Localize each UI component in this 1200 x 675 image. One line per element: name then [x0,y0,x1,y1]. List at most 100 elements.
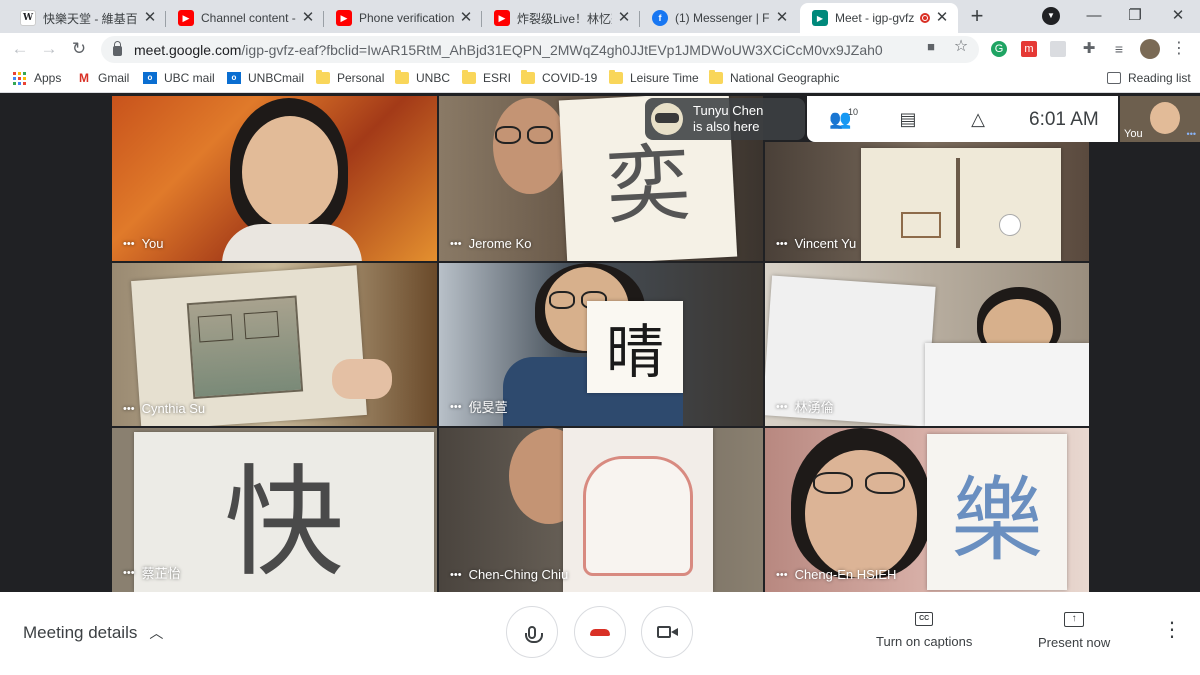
reload-button[interactable]: ↻ [68,38,90,60]
participant-tile-cheng-en-hsieh[interactable]: 樂 ••• Cheng-En HSIEH [765,428,1089,592]
participant-name: ••• 倪旻萱 [450,400,508,415]
tab-wikipedia[interactable]: W 快樂天堂 - 維基百科 ✕ [8,3,166,33]
bookmark-leisure-time[interactable]: Leisure Time [609,70,699,85]
tab-title: Meet - igp-gvfz [835,11,915,25]
close-tab-icon[interactable]: ✕ [458,10,474,26]
participant-tile-tsai[interactable]: 快 ••• 蔡芷怡 [112,428,437,592]
more-options-icon[interactable]: ⋮ [1162,617,1182,642]
participant-tile-vincent-yu[interactable]: ••• Vincent Yu [765,142,1089,261]
folder-icon [395,70,409,84]
browser-menu-icon[interactable]: ⋮ [1170,40,1188,58]
participant-name: ••• 蔡芷怡 [123,566,181,581]
captions-button[interactable]: CC Turn on captions [876,612,972,649]
bookmark-esri[interactable]: ESRI [462,70,512,85]
camera-permission-icon[interactable]: ■ [922,38,940,56]
back-button[interactable]: ← [9,38,31,60]
bookmark-label: National Geographic [730,71,840,85]
participant-joined-toast: Tunyu Chen is also here [645,98,805,140]
address-bar[interactable]: meet.google.com/igp-gvfz-eaf?fbclid=IwAR… [101,36,979,63]
self-view-thumbnail[interactable]: You ••• [1120,96,1200,142]
bookmark-apps[interactable]: Apps [13,71,61,85]
close-tab-icon[interactable]: ✕ [142,10,158,26]
held-drawing [925,343,1089,426]
bookmark-label: Gmail [98,71,130,85]
participant-tile-you[interactable]: ••• You [112,96,437,261]
extension-icon[interactable]: m [1021,41,1037,57]
participant-tile-chen-ching-chiu[interactable]: ••• Chen-Ching Chiu [439,428,763,592]
close-tab-icon[interactable]: ✕ [934,10,950,26]
meeting-clock: 6:01 AM [1029,109,1099,130]
hang-up-icon [590,628,610,636]
wikipedia-icon: W [20,10,36,26]
bookmark-label: UNBCmail [248,71,305,85]
tab-meet[interactable]: ▶ Meet - igp-gvfz ✕ [800,3,958,33]
outlook-icon: o [227,72,241,84]
grammarly-extension-icon[interactable]: G [991,41,1007,57]
folder-icon [521,70,535,84]
toast-text: Tunyu Chen is also here [693,103,764,134]
bookmark-label: ESRI [483,71,512,85]
bookmark-label: UNBC [416,71,451,85]
bookmark-label: UBC mail [164,71,215,85]
participant-name: ••• Cynthia Su [123,401,206,416]
close-window-button[interactable]: ✕ [1166,6,1190,26]
bookmark-national-geographic[interactable]: National Geographic [709,70,840,85]
meeting-controls-bar: Meeting details ︿ CC Turn on captions ↑ … [0,592,1200,675]
self-view-menu-icon[interactable]: ••• [1187,129,1196,139]
youtube-icon: ▶ [336,10,352,26]
bookmark-label: Leisure Time [630,71,699,85]
self-view-label: You [1124,128,1143,140]
forward-button[interactable]: → [38,38,60,60]
meeting-details-button[interactable]: Meeting details ︿ [23,623,163,643]
tab-phone-verification[interactable]: ▶ Phone verification - YouTube ✕ [324,3,482,33]
close-tab-icon[interactable]: ✕ [300,10,316,26]
chat-icon[interactable]: ▤ [897,108,919,130]
participant-tile-cynthia-su[interactable]: ••• Cynthia Su [112,263,437,426]
tab-title: 炸裂级Live！林忆莲 [517,11,612,26]
minimize-button[interactable]: — [1082,6,1106,26]
bookmark-gmail[interactable]: M Gmail [77,71,129,85]
bookmark-unbcmail[interactable]: o UNBCmail [227,71,304,85]
reading-list-icon [1107,72,1121,84]
held-drawing: 樂 [927,434,1067,590]
media-queue-icon[interactable]: ≡ [1110,40,1128,58]
captions-label: Turn on captions [876,634,973,649]
camera-button[interactable] [641,606,693,658]
captions-icon: CC [915,612,934,626]
activities-icon[interactable]: △ [967,108,989,130]
close-tab-icon[interactable]: ✕ [774,10,790,26]
reading-list-label: Reading list [1128,71,1191,85]
tab-channel-content[interactable]: ▶ Channel content - YouTube ✕ [166,3,324,33]
meeting-details-label: Meeting details [23,623,138,642]
restore-button[interactable]: ❐ [1123,6,1147,26]
participant-tile-nee[interactable]: 晴 ••• 倪旻萱 [439,263,763,426]
extensions-puzzle-icon[interactable]: ✚ [1080,40,1098,58]
facebook-icon: f [652,10,668,26]
profile-avatar[interactable] [1140,39,1160,59]
reading-list-button[interactable]: Reading list [1107,71,1191,85]
tab-title: Channel content - YouTube [201,11,296,25]
bookmark-label: Personal [337,71,385,85]
participant-tile-lin[interactable]: ••• 林湧倫 [765,263,1089,426]
new-tab-button[interactable]: + [963,4,991,30]
present-now-button[interactable]: ↑ Present now [1038,612,1110,650]
microphone-icon [525,625,543,643]
tab-search-icon[interactable]: ▼ [1042,7,1060,25]
tab-messenger[interactable]: f (1) Messenger | Facebook ✕ [640,3,798,33]
bookmark-star-icon[interactable]: ☆ [952,38,970,56]
tab-live[interactable]: ▶ 炸裂级Live！林忆莲 ✕ [482,3,640,33]
google-meet-icon: ▶ [812,10,828,26]
tab-strip: W 快樂天堂 - 維基百科 ✕ ▶ Channel content - YouT… [0,0,1200,33]
close-tab-icon[interactable]: ✕ [616,10,632,26]
bookmark-ubc-mail[interactable]: o UBC mail [143,71,215,85]
bookmark-personal[interactable]: Personal [316,70,385,85]
bookmark-covid[interactable]: COVID-19 [521,70,597,85]
extension-icon[interactable] [1050,41,1066,57]
youtube-icon: ▶ [494,10,510,26]
leave-call-button[interactable] [574,606,626,658]
lock-icon[interactable] [113,41,122,56]
participant-name: ••• Cheng-En HSIEH [776,567,897,582]
microphone-button[interactable] [506,606,558,658]
folder-icon [609,70,623,84]
bookmark-unbc[interactable]: UNBC [395,70,451,85]
